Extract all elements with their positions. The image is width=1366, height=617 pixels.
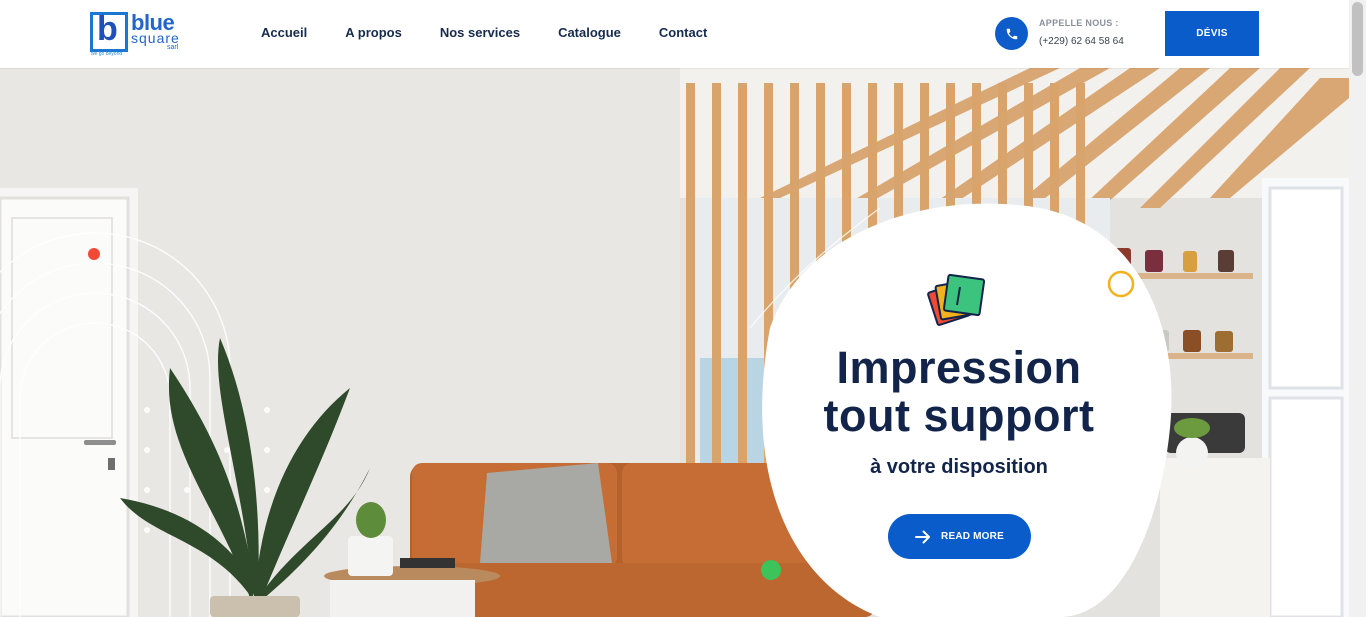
page: b blue square sarl we go beyond Accueil … xyxy=(0,0,1366,617)
logo-tagline: we go beyond xyxy=(91,51,123,57)
page-scrollbar[interactable] xyxy=(1349,0,1366,617)
arrow-right-icon xyxy=(915,530,931,543)
main-nav: Accueil A propos Nos services Catalogue … xyxy=(261,25,745,40)
call-number[interactable]: (+229) 62 64 58 64 xyxy=(1039,36,1124,47)
devis-button[interactable]: DÉVIS xyxy=(1165,11,1259,56)
red-dot xyxy=(88,248,100,260)
logo-box: b xyxy=(90,10,128,52)
nav-item-nos-services[interactable]: Nos services xyxy=(440,25,520,40)
call-label: APPELLE NOUS : xyxy=(1039,18,1119,28)
hero-subtitle: à votre disposition xyxy=(870,456,1048,478)
hero-content: Impression tout support à votre disposit… xyxy=(760,268,1160,617)
phone-icon[interactable] xyxy=(995,17,1028,50)
read-more-button[interactable]: READ MORE xyxy=(888,514,1031,559)
logo-letter: b xyxy=(97,10,118,48)
brand-logo[interactable]: b blue square sarl we go beyond xyxy=(90,10,182,57)
logo-word-sarl: sarl xyxy=(167,44,179,51)
read-more-label: READ MORE xyxy=(941,531,1004,542)
hero-title-line2: tout support xyxy=(823,390,1095,441)
hero-section: Impression tout support à votre disposit… xyxy=(0,68,1349,617)
hero-title-line1: Impression xyxy=(836,342,1082,393)
nav-item-catalogue[interactable]: Catalogue xyxy=(558,25,621,40)
nav-item-contact[interactable]: Contact xyxy=(659,25,707,40)
nav-item-a-propos[interactable]: A propos xyxy=(345,25,402,40)
phone-glyph xyxy=(1006,28,1017,39)
site-header: b blue square sarl we go beyond Accueil … xyxy=(0,0,1349,68)
nav-item-accueil[interactable]: Accueil xyxy=(261,25,307,40)
scrollbar-thumb[interactable] xyxy=(1352,2,1363,76)
